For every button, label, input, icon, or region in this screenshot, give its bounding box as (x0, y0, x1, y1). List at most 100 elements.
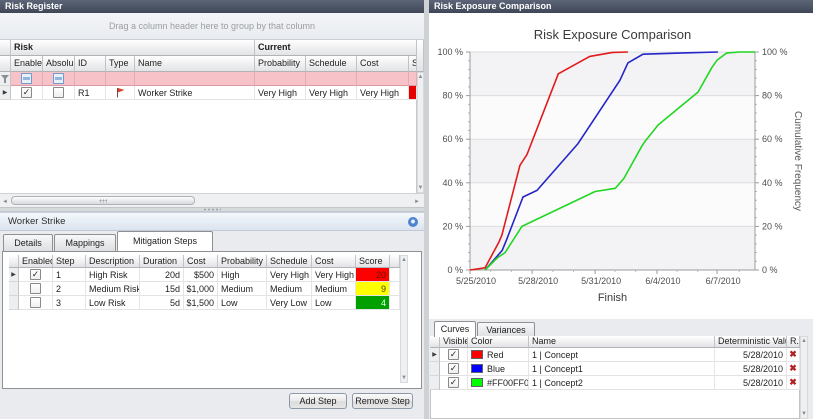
cell-step[interactable]: 3 (53, 296, 86, 310)
cell-remove[interactable]: ✖ (787, 362, 800, 376)
cell-post-cost[interactable]: Medium (312, 282, 356, 296)
visible-checkbox[interactable]: ✓ (448, 377, 459, 388)
cell-cost[interactable]: Very High (357, 86, 409, 100)
cell-id[interactable]: R1 (75, 86, 106, 100)
header-schedule[interactable]: Schedule (267, 255, 312, 268)
cell-schedule[interactable]: Very High (306, 86, 357, 100)
step-enabled-checkbox[interactable] (30, 283, 41, 294)
cell-post-cost[interactable]: Very High (312, 268, 356, 282)
header-probability[interactable]: Probability (255, 56, 306, 72)
header-visible[interactable]: Visible (440, 336, 468, 348)
tab-variances[interactable]: Variances (477, 322, 535, 337)
remove-step-button[interactable]: Remove Step (352, 393, 413, 409)
cell-color[interactable]: Blue (468, 362, 529, 376)
curves-grid-vscrollbar[interactable]: ▲ ▼ (800, 336, 808, 419)
step-row-1[interactable]: ▶ ✓ 1 High Risk 20d $500 High Very High … (9, 268, 400, 282)
curve-row-green[interactable]: ✓ #FF00FF00 1 | Concept2 5/28/2010 ✖ (430, 376, 800, 390)
tab-curves[interactable]: Curves (434, 321, 476, 337)
cell-enabled[interactable]: ✓ (11, 86, 43, 100)
tab-details[interactable]: Details (3, 234, 53, 251)
header-probability[interactable]: Probability (218, 255, 267, 268)
header-color[interactable]: Color (468, 336, 529, 348)
cell-remove[interactable]: ✖ (787, 348, 800, 362)
scroll-right-icon[interactable]: ► (414, 198, 420, 206)
risk-row-worker-strike[interactable]: ▶ ✓ R1 Worker Strike Very High Very High… (0, 86, 417, 100)
cell-enabled[interactable] (19, 282, 53, 296)
cell-duration[interactable]: 15d (140, 282, 184, 296)
cell-probability[interactable]: Medium (218, 282, 267, 296)
enabled-checkbox[interactable]: ✓ (21, 87, 32, 98)
cell-cost[interactable]: $1,000 (184, 282, 218, 296)
header-score[interactable]: Sc (409, 56, 417, 72)
cell-enabled[interactable]: ✓ (19, 268, 53, 282)
header-cost[interactable]: Cost (184, 255, 218, 268)
cell-duration[interactable]: 20d (140, 268, 184, 282)
cell-step[interactable]: 1 (53, 268, 86, 282)
cell-visible[interactable]: ✓ (440, 376, 468, 390)
header-name[interactable]: Name (529, 336, 715, 348)
cell-score[interactable]: 4 (356, 296, 390, 310)
band-risk[interactable]: Risk (11, 40, 255, 56)
scroll-up-icon[interactable]: ▲ (801, 337, 807, 345)
remove-curve-icon[interactable]: ✖ (789, 378, 797, 387)
scroll-down-icon[interactable]: ▼ (401, 374, 407, 382)
cell-visible[interactable]: ✓ (440, 362, 468, 376)
header-schedule[interactable]: Schedule (306, 56, 357, 72)
cell-cost[interactable]: $1,500 (184, 296, 218, 310)
cell-name[interactable]: 1 | Concept1 (529, 362, 715, 376)
cell-schedule[interactable]: Very High (267, 268, 312, 282)
risk-grid-hscrollbar[interactable]: ◄ ► (0, 193, 424, 207)
add-step-button[interactable]: Add Step (289, 393, 347, 409)
scroll-down-icon[interactable]: ▼ (801, 410, 807, 418)
cell-probability[interactable]: Low (218, 296, 267, 310)
filter-cell-type[interactable] (106, 72, 135, 86)
scroll-left-icon[interactable]: ◄ (2, 198, 8, 206)
step-enabled-checkbox[interactable]: ✓ (30, 269, 41, 280)
filter-cell-schedule[interactable] (306, 72, 357, 86)
cell-visible[interactable]: ✓ (440, 348, 468, 362)
header-enabled[interactable]: Enabled (19, 255, 53, 268)
cell-name[interactable]: Worker Strike (135, 86, 255, 100)
steps-grid-vscrollbar[interactable]: ▲ ▼ (400, 255, 408, 383)
tab-mappings[interactable]: Mappings (54, 234, 116, 251)
cell-score[interactable] (409, 86, 417, 100)
group-by-drop-zone[interactable]: Drag a column header here to group by th… (0, 13, 424, 40)
cell-description[interactable]: Medium Risk (86, 282, 140, 296)
cell-description[interactable]: High Risk (86, 268, 140, 282)
cell-color[interactable]: #FF00FF00 (468, 376, 529, 390)
filter-cell-absolute[interactable] (43, 72, 75, 86)
cell-schedule[interactable]: Very Low (267, 296, 312, 310)
cell-type[interactable] (106, 86, 135, 100)
visible-checkbox[interactable]: ✓ (448, 363, 459, 374)
header-enabled[interactable]: Enabled (11, 56, 43, 72)
curve-row-blue[interactable]: ✓ Blue 1 | Concept1 5/28/2010 ✖ (430, 362, 800, 376)
filter-cell-id[interactable] (75, 72, 106, 86)
filter-cell-name[interactable] (135, 72, 255, 86)
filter-cell-probability[interactable] (255, 72, 306, 86)
filter-cell-cost[interactable] (357, 72, 409, 86)
cell-probability[interactable]: Very High (255, 86, 306, 100)
cell-post-cost[interactable]: Low (312, 296, 356, 310)
header-description[interactable]: Description (86, 255, 140, 268)
visible-checkbox[interactable]: ✓ (448, 349, 459, 360)
header-absolute[interactable]: Absolu... (43, 56, 75, 72)
scroll-up-icon[interactable]: ▲ (401, 256, 407, 264)
header-type[interactable]: Type (106, 56, 135, 72)
curve-row-red[interactable]: ▶ ✓ Red 1 | Concept 5/28/2010 ✖ (430, 348, 800, 362)
header-score[interactable]: Score (356, 255, 390, 268)
cell-name[interactable]: 1 | Concept2 (529, 376, 715, 390)
header-post-cost[interactable]: Cost (312, 255, 356, 268)
band-current[interactable]: Current (255, 40, 417, 56)
filter-cell-score[interactable] (409, 72, 417, 86)
cell-probability[interactable]: High (218, 268, 267, 282)
filter-cell-enabled[interactable] (11, 72, 43, 86)
cell-color[interactable]: Red (468, 348, 529, 362)
header-cost[interactable]: Cost (357, 56, 409, 72)
cell-schedule[interactable]: Medium (267, 282, 312, 296)
cell-duration[interactable]: 5d (140, 296, 184, 310)
header-name[interactable]: Name (135, 56, 255, 72)
cell-deterministic-value[interactable]: 5/28/2010 (715, 376, 787, 390)
remove-curve-icon[interactable]: ✖ (789, 350, 797, 359)
tab-mitigation-steps[interactable]: Mitigation Steps (117, 231, 213, 251)
cell-step[interactable]: 2 (53, 282, 86, 296)
